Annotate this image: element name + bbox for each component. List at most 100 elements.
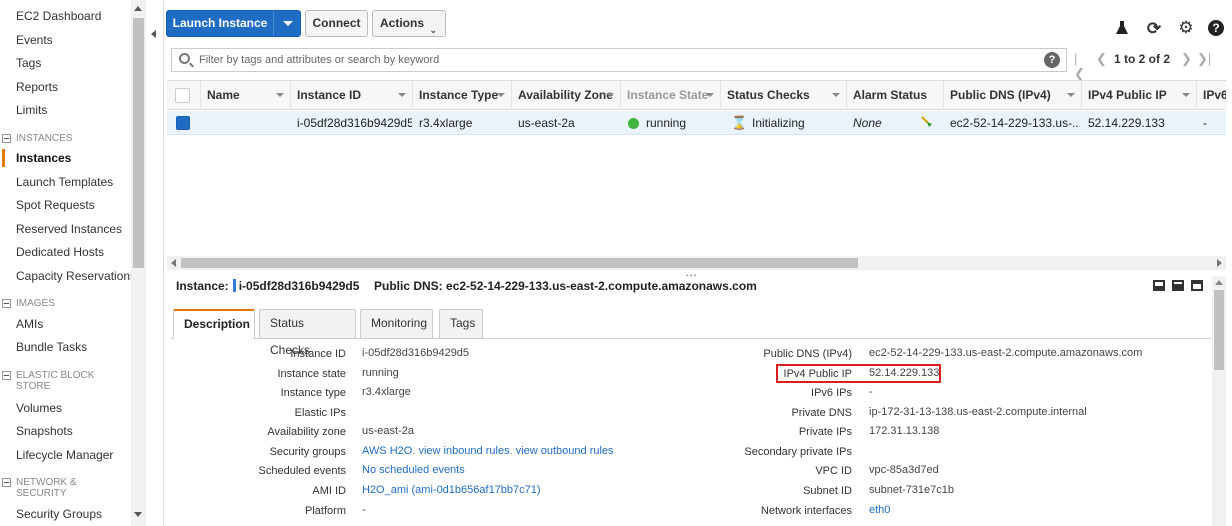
sidebar-item-events[interactable]: Events <box>16 33 53 47</box>
view-outbound-rules-link[interactable]: view outbound rules <box>516 445 614 457</box>
scroll-right-icon[interactable] <box>1217 259 1222 267</box>
cell-instance-state: running <box>646 116 687 130</box>
sidebar-item-capacity-reservations[interactable]: Capacity Reservations <box>16 269 136 283</box>
connect-button[interactable]: Connect <box>305 10 368 37</box>
launch-instance-label[interactable]: Launch Instance <box>167 11 273 36</box>
cell-name <box>207 111 287 135</box>
sidebar-item-security-groups[interactable]: Security Groups <box>16 507 102 521</box>
section-ebs-header[interactable]: ELASTIC BLOCK STORE <box>2 370 122 394</box>
tab-tags[interactable]: Tags <box>439 309 483 338</box>
ami-id-link[interactable]: H2O_ami (ami-0d1b656af17bb7c71) <box>362 484 541 496</box>
create-alarm-icon[interactable] <box>920 115 934 132</box>
column-header-public-dns[interactable]: Public DNS (IPv4) <box>944 81 1082 109</box>
sidebar-collapse-strip[interactable] <box>146 0 164 526</box>
layout-split-icon[interactable] <box>1172 280 1184 291</box>
column-header-ipv4-public-ip[interactable]: IPv4 Public IP <box>1082 81 1197 109</box>
prop-label: Scheduled events <box>258 465 346 477</box>
sidebar-item-launch-templates[interactable]: Launch Templates <box>16 175 113 189</box>
section-title: ELASTIC BLOCK STORE <box>16 370 95 392</box>
cell-public-dns: ec2-52-14-229-133.us-... <box>950 116 1080 130</box>
scroll-up-icon[interactable] <box>1215 280 1223 285</box>
public-dns-label: Public DNS: <box>374 279 443 293</box>
sidebar-scrollbar[interactable] <box>131 0 146 526</box>
scroll-down-icon[interactable] <box>134 512 142 517</box>
table-horizontal-scrollbar[interactable] <box>167 256 1226 270</box>
launch-dropdown-icon[interactable] <box>273 11 300 36</box>
help-icon[interactable]: ? <box>1208 20 1224 36</box>
scroll-up-icon[interactable] <box>134 6 142 11</box>
tab-status-checks[interactable]: Status Checks <box>259 309 356 357</box>
collapse-icon <box>2 299 11 308</box>
instance-id-value: i-05df28d316b9429d5 <box>238 279 360 293</box>
network-interface-link[interactable]: eth0 <box>869 504 890 516</box>
ec2-console: EC2 Dashboard Events Tags Reports Limits… <box>0 0 1232 526</box>
launch-instance-button[interactable]: Launch Instance <box>166 10 301 37</box>
last-page-icon[interactable]: ❯| <box>1197 51 1211 67</box>
layout-bottom-icon[interactable] <box>1153 280 1165 291</box>
column-header-ipv6[interactable]: IPv6 <box>1197 81 1226 109</box>
row-checkbox[interactable] <box>176 116 190 130</box>
select-all-checkbox[interactable] <box>175 88 190 103</box>
filter-search-input[interactable]: Filter by tags and attributes or search … <box>171 48 1067 72</box>
prop-label: IPv6 IPs <box>811 387 852 399</box>
section-images-header[interactable]: IMAGES <box>2 298 122 310</box>
tab-description[interactable]: Description <box>173 309 255 339</box>
column-header-availability-zone[interactable]: Availability Zone <box>512 81 621 109</box>
column-label: Name <box>207 88 240 102</box>
column-header-name[interactable]: Name <box>201 81 291 109</box>
sidebar-item-instances[interactable]: Instances <box>16 151 71 165</box>
sidebar-item-limits[interactable]: Limits <box>16 103 47 117</box>
sidebar-item-amis[interactable]: AMIs <box>16 317 43 331</box>
prop-label: Instance state <box>277 368 347 380</box>
column-header-instance-id[interactable]: Instance ID <box>291 81 413 109</box>
section-instances-header[interactable]: INSTANCES <box>2 133 122 145</box>
sidebar-item-reports[interactable]: Reports <box>16 80 58 94</box>
prop-label: Elastic IPs <box>294 407 346 419</box>
column-label: Alarm Status <box>853 88 928 102</box>
sidebar-item-spot-requests[interactable]: Spot Requests <box>16 198 95 212</box>
actions-button[interactable]: Actions ⌄ <box>372 10 446 37</box>
sidebar-item-snapshots[interactable]: Snapshots <box>16 424 73 438</box>
collapse-left-icon[interactable] <box>151 30 156 38</box>
column-header-instance-state[interactable]: Instance State <box>621 81 721 109</box>
column-header-alarm-status[interactable]: Alarm Status <box>847 81 944 109</box>
gear-icon[interactable]: ⚙ <box>1177 19 1195 37</box>
scroll-thumb[interactable] <box>1214 290 1224 370</box>
sidebar-item-reserved-instances[interactable]: Reserved Instances <box>16 222 122 236</box>
sidebar-item-ec2-dashboard[interactable]: EC2 Dashboard <box>16 9 101 23</box>
section-title: INSTANCES <box>16 133 73 144</box>
view-inbound-rules-link[interactable]: view inbound rules <box>418 445 509 457</box>
security-group-link[interactable]: AWS H2O <box>362 445 412 457</box>
column-label: Availability Zone <box>518 88 613 102</box>
section-network-header[interactable]: NETWORK & SECURITY <box>2 477 122 501</box>
prop-value: ec2-52-14-229-133.us-east-2.compute.amaz… <box>869 347 1143 359</box>
flask-icon[interactable] <box>1113 20 1131 38</box>
prop-value: r3.4xlarge <box>362 386 411 398</box>
scheduled-events-link[interactable]: No scheduled events <box>362 464 465 476</box>
sidebar-item-dedicated-hosts[interactable]: Dedicated Hosts <box>16 245 104 259</box>
detail-vertical-scrollbar[interactable] <box>1212 276 1226 526</box>
column-header-status-checks[interactable]: Status Checks <box>721 81 847 109</box>
prop-label: Network interfaces <box>760 505 852 517</box>
prev-page-icon[interactable]: ❮ <box>1096 51 1107 67</box>
sidebar-item-tags[interactable]: Tags <box>16 56 41 70</box>
prop-label: Private DNS <box>791 407 852 419</box>
scroll-left-icon[interactable] <box>171 259 176 267</box>
tab-monitoring[interactable]: Monitoring <box>360 309 433 338</box>
column-label: Instance ID <box>297 88 362 102</box>
first-page-icon[interactable]: |❮ <box>1074 51 1085 82</box>
layout-top-icon[interactable] <box>1191 280 1203 291</box>
cell-alarm-status: None <box>853 116 882 130</box>
instance-label: Instance: <box>176 279 229 293</box>
sidebar-item-volumes[interactable]: Volumes <box>16 401 62 415</box>
scroll-thumb[interactable] <box>133 18 144 268</box>
refresh-icon[interactable]: ⟳ <box>1145 20 1163 38</box>
sidebar-item-bundle-tasks[interactable]: Bundle Tasks <box>16 340 87 354</box>
next-page-icon[interactable]: ❯ <box>1181 51 1192 67</box>
scroll-thumb[interactable] <box>181 258 858 268</box>
prop-label: VPC ID <box>815 465 852 477</box>
table-row[interactable]: i-05df28d316b9429d5 r3.4xlarge us-east-2… <box>167 111 1226 135</box>
sidebar-item-lifecycle-manager[interactable]: Lifecycle Manager <box>16 448 113 462</box>
column-header-instance-type[interactable]: Instance Type <box>413 81 512 109</box>
search-help-icon[interactable]: ? <box>1044 52 1060 68</box>
